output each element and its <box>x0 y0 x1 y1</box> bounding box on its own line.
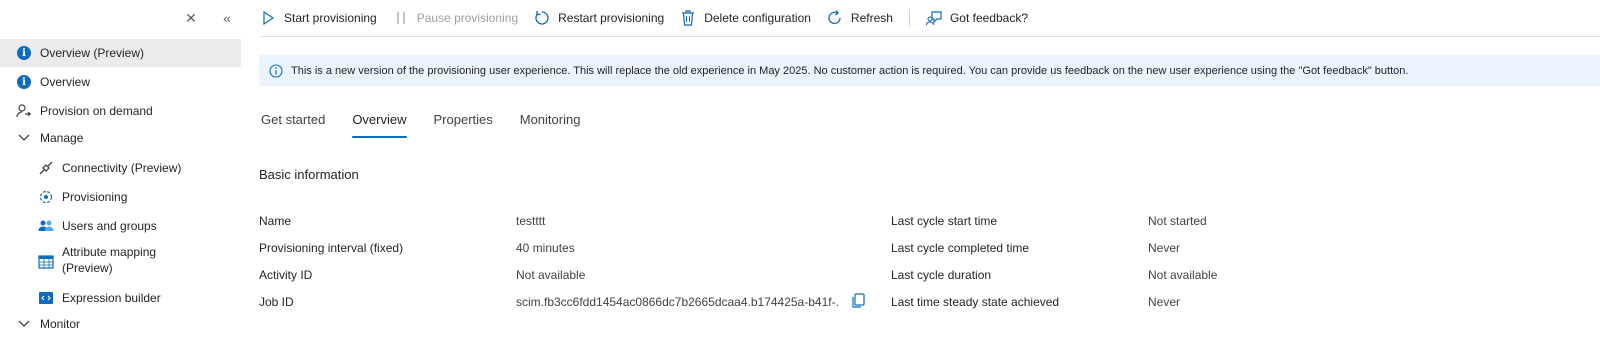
field-value-steady-state: Never <box>1148 295 1181 309</box>
field-label-last-cycle-start: Last cycle start time <box>891 214 998 228</box>
sidebar-item-label: Attribute mapping (Preview) <box>62 245 157 275</box>
sidebar-item-label: Provision on demand <box>40 104 153 118</box>
plug-icon <box>38 160 54 176</box>
field-label-activity-id: Activity ID <box>259 268 313 282</box>
users-icon <box>38 218 54 234</box>
tab-monitoring[interactable]: Monitoring <box>520 110 581 138</box>
toolbar-divider <box>908 9 910 27</box>
sidebar-item-overview[interactable]: i Overview <box>0 68 241 96</box>
sidebar-item-label: Users and groups <box>62 219 157 233</box>
sidebar-item-connectivity[interactable]: Connectivity (Preview) <box>0 154 241 182</box>
field-value-job-id: scim.fb3cc6fdd1454ac0866dc7b2665dcaa4.b1… <box>516 295 838 309</box>
field-label-name: Name <box>259 214 292 228</box>
field-label-steady-state: Last time steady state achieved <box>891 295 1060 309</box>
field-value-activity-id: Not available <box>516 268 586 282</box>
feedback-button[interactable]: Got feedback? <box>925 0 1028 37</box>
sidebar-group-manage[interactable]: Manage <box>0 124 241 152</box>
info-icon: i <box>16 45 32 61</box>
delete-configuration-button[interactable]: Delete configuration <box>680 0 811 37</box>
sidebar-item-label: Connectivity (Preview) <box>62 161 182 175</box>
sidebar-item-provisioning[interactable]: Provisioning <box>0 183 241 211</box>
sidebar-item-label: Manage <box>40 131 84 145</box>
table-icon <box>38 254 54 270</box>
info-banner: This is a new version of the provisionin… <box>259 55 1600 86</box>
sidebar-item-label: Monitor <box>40 317 81 331</box>
restart-icon <box>534 10 550 26</box>
sidebar-item-label: Overview <box>40 75 91 89</box>
field-value-last-cycle-completed: Never <box>1148 241 1181 255</box>
field-label-last-cycle-duration: Last cycle duration <box>891 268 992 282</box>
sidebar-item-label: Provisioning <box>62 190 128 204</box>
tab-get-started[interactable]: Get started <box>261 110 325 138</box>
field-label-provisioning-interval: Provisioning interval (fixed) <box>259 241 404 255</box>
field-label-last-cycle-completed: Last cycle completed time <box>891 241 1030 255</box>
sidebar-item-attribute-mapping[interactable]: Attribute mapping (Preview) <box>0 244 241 280</box>
chevron-down-icon <box>16 130 32 146</box>
restart-provisioning-button[interactable]: Restart provisioning <box>534 0 664 37</box>
sidebar-item-provision-on-demand[interactable]: Provision on demand <box>0 97 241 125</box>
sidebar-item-users-and-groups[interactable]: Users and groups <box>0 212 241 240</box>
sidebar-controls: ✕ « <box>183 10 235 27</box>
field-value-name: testttt <box>516 214 546 228</box>
pause-icon <box>393 10 409 26</box>
trash-icon <box>680 10 696 26</box>
sidebar-item-label: Expression builder <box>62 291 161 305</box>
sidebar-item-label: Overview (Preview) <box>40 46 145 60</box>
close-icon[interactable]: ✕ <box>183 10 199 27</box>
field-label-job-id: Job ID <box>259 295 294 309</box>
tab-bar: Get started Overview Properties Monitori… <box>261 110 607 140</box>
info-icon: i <box>16 74 32 90</box>
play-icon <box>260 10 276 26</box>
pause-provisioning-button[interactable]: Pause provisioning <box>393 0 518 37</box>
chevron-down-icon <box>16 316 32 332</box>
sidebar-item-overview-preview[interactable]: i Overview (Preview) <box>0 39 241 67</box>
section-title: Basic information <box>259 167 359 182</box>
banner-text: This is a new version of the provisionin… <box>291 64 1409 77</box>
sidebar-group-monitor[interactable]: Monitor <box>0 312 241 336</box>
tab-overview[interactable]: Overview <box>352 110 407 138</box>
provisioning-icon <box>38 189 54 205</box>
collapse-icon[interactable]: « <box>219 10 235 27</box>
code-icon <box>38 290 54 306</box>
refresh-icon <box>827 10 843 26</box>
field-value-provisioning-interval: 40 minutes <box>516 241 575 255</box>
start-provisioning-button[interactable]: Start provisioning <box>260 0 377 37</box>
sidebar-item-expression-builder[interactable]: Expression builder <box>0 284 241 312</box>
sidebar: ✕ « i Overview (Preview) i Overview Prov… <box>0 0 241 337</box>
user-sync-icon <box>16 103 32 119</box>
command-bar: Start provisioning Pause provisioning Re… <box>260 0 1600 37</box>
feedback-icon <box>925 10 942 26</box>
refresh-button[interactable]: Refresh <box>827 0 893 37</box>
field-value-last-cycle-start: Not started <box>1148 214 1207 228</box>
tab-properties[interactable]: Properties <box>434 110 493 138</box>
info-icon <box>269 63 283 78</box>
copy-icon[interactable] <box>851 293 865 312</box>
field-value-last-cycle-duration: Not available <box>1148 268 1218 282</box>
